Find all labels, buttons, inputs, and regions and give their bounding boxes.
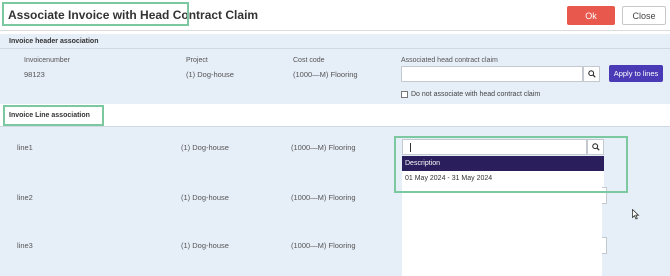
- search-icon: [587, 70, 596, 78]
- invoice-number-label: Invoicenumber: [24, 57, 70, 64]
- dropdown-highlight: [394, 136, 628, 193]
- claim-dropdown-panel: [402, 187, 602, 276]
- title-highlight: [2, 2, 189, 26]
- claim-search-button[interactable]: [583, 66, 600, 82]
- line-section-highlight: [3, 105, 104, 126]
- line-cost-code: (1000—M) Flooring: [291, 241, 356, 250]
- line-cost-code: (1000—M) Flooring: [291, 143, 356, 152]
- invoice-number-value: 98123: [24, 70, 45, 79]
- do-not-associate-label: Do not associate with head contract clai…: [411, 91, 541, 98]
- line-name: line2: [17, 193, 33, 202]
- project-value: (1) Dog-house: [186, 70, 234, 79]
- apply-to-lines-button[interactable]: Apply to lines: [609, 65, 663, 82]
- title-divider: [0, 30, 670, 31]
- mouse-cursor-icon: [632, 209, 640, 220]
- line-cost-code: (1000—M) Flooring: [291, 193, 356, 202]
- header-section-title: Invoice header association: [9, 38, 99, 45]
- project-label: Project: [186, 57, 208, 64]
- line-project: (1) Dog-house: [181, 193, 229, 202]
- associated-claim-label: Associated head contract claim: [401, 57, 498, 64]
- header-section-divider: [0, 48, 670, 49]
- ok-button[interactable]: Ok: [567, 6, 615, 25]
- claim-search-input[interactable]: [401, 66, 583, 82]
- line-project: (1) Dog-house: [181, 143, 229, 152]
- line-project: (1) Dog-house: [181, 241, 229, 250]
- cost-code-label: Cost code: [293, 57, 325, 64]
- do-not-associate-checkbox[interactable]: [401, 91, 408, 98]
- line-name: line3: [17, 241, 33, 250]
- close-button[interactable]: Close: [622, 6, 666, 25]
- cost-code-value: (1000—M) Flooring: [293, 70, 358, 79]
- line-name: line1: [17, 143, 33, 152]
